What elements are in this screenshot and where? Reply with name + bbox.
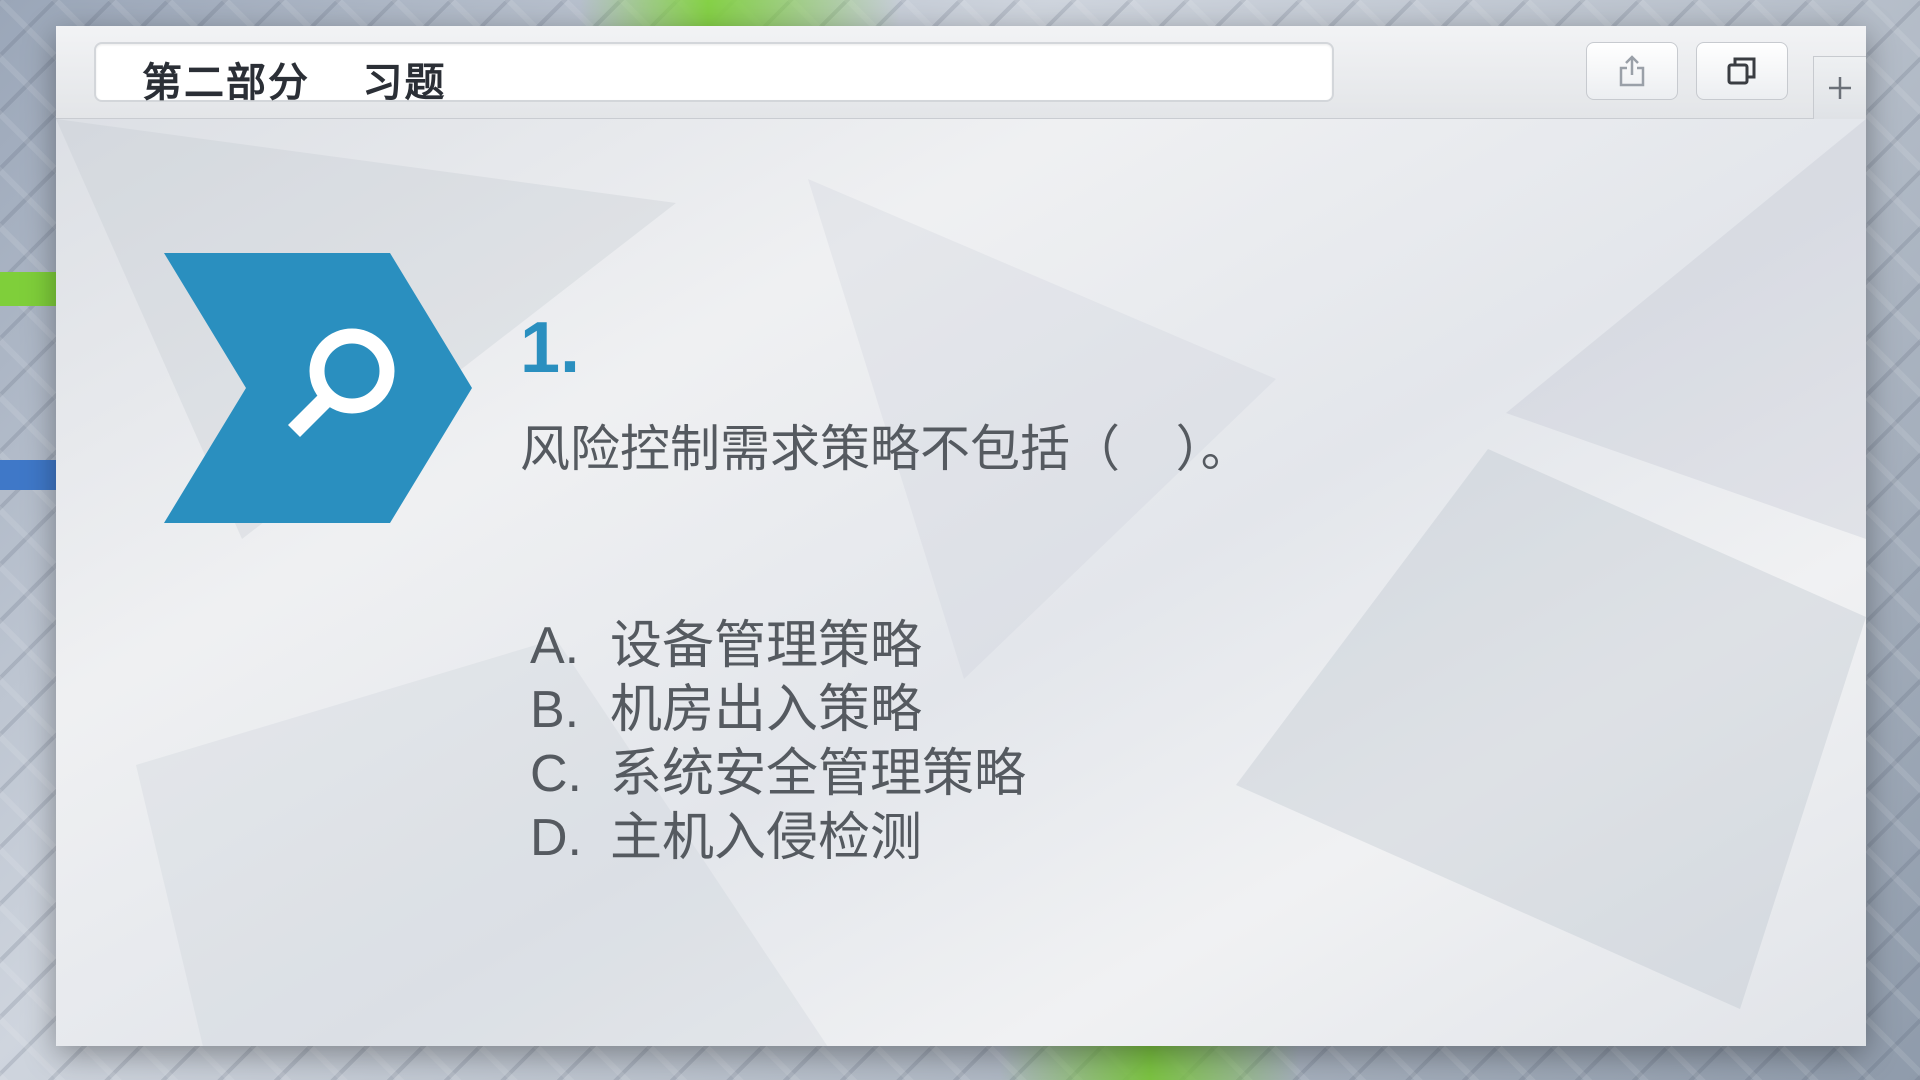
address-text: 第二部分 习题 <box>142 61 447 105</box>
option-letter: D. <box>530 809 582 867</box>
tabs-icon <box>1727 57 1756 85</box>
share-icon <box>1619 55 1645 87</box>
option-letter: C. <box>530 745 582 803</box>
question-text: 风险控制需求策略不包括（ ）。 <box>520 421 1251 477</box>
background-facet <box>1236 449 1866 1009</box>
question-number: 1. <box>520 308 581 388</box>
browser-window: 第二部分 习题 1. 风险控制需求策略不包括（ ）。 A. 设备管理策略 B. … <box>56 26 1866 1046</box>
address-bar[interactable]: 第二部分 习题 <box>94 42 1334 105</box>
option-letter: B. <box>530 681 580 739</box>
tabs-button[interactable] <box>1696 42 1788 100</box>
share-button[interactable] <box>1586 42 1678 100</box>
chevron-badge <box>164 253 472 523</box>
answer-options: A. 设备管理策略 B. 机房出入策略 C. 系统安全管理策略 D. 主机入侵检… <box>530 603 1026 867</box>
background-facet <box>1506 119 1866 539</box>
background-top-glow <box>580 0 900 26</box>
option-b: B. 机房出入策略 <box>530 667 1026 739</box>
option-c: C. 系统安全管理策略 <box>530 731 1026 803</box>
option-letter: A. <box>530 617 580 675</box>
option-a: A. 设备管理策略 <box>530 603 1026 675</box>
new-tab-button[interactable] <box>1813 56 1866 119</box>
title-bar: 第二部分 习题 <box>56 26 1866 119</box>
background-green-strip <box>0 272 58 306</box>
background-blue-strip <box>0 460 58 490</box>
background-bottom-glow <box>1000 1045 1300 1080</box>
plus-icon <box>1829 77 1851 99</box>
option-text: 主机入侵检测 <box>610 809 923 867</box>
slide-content: 1. 风险控制需求策略不包括（ ）。 A. 设备管理策略 B. 机房出入策略 C… <box>56 119 1866 1046</box>
